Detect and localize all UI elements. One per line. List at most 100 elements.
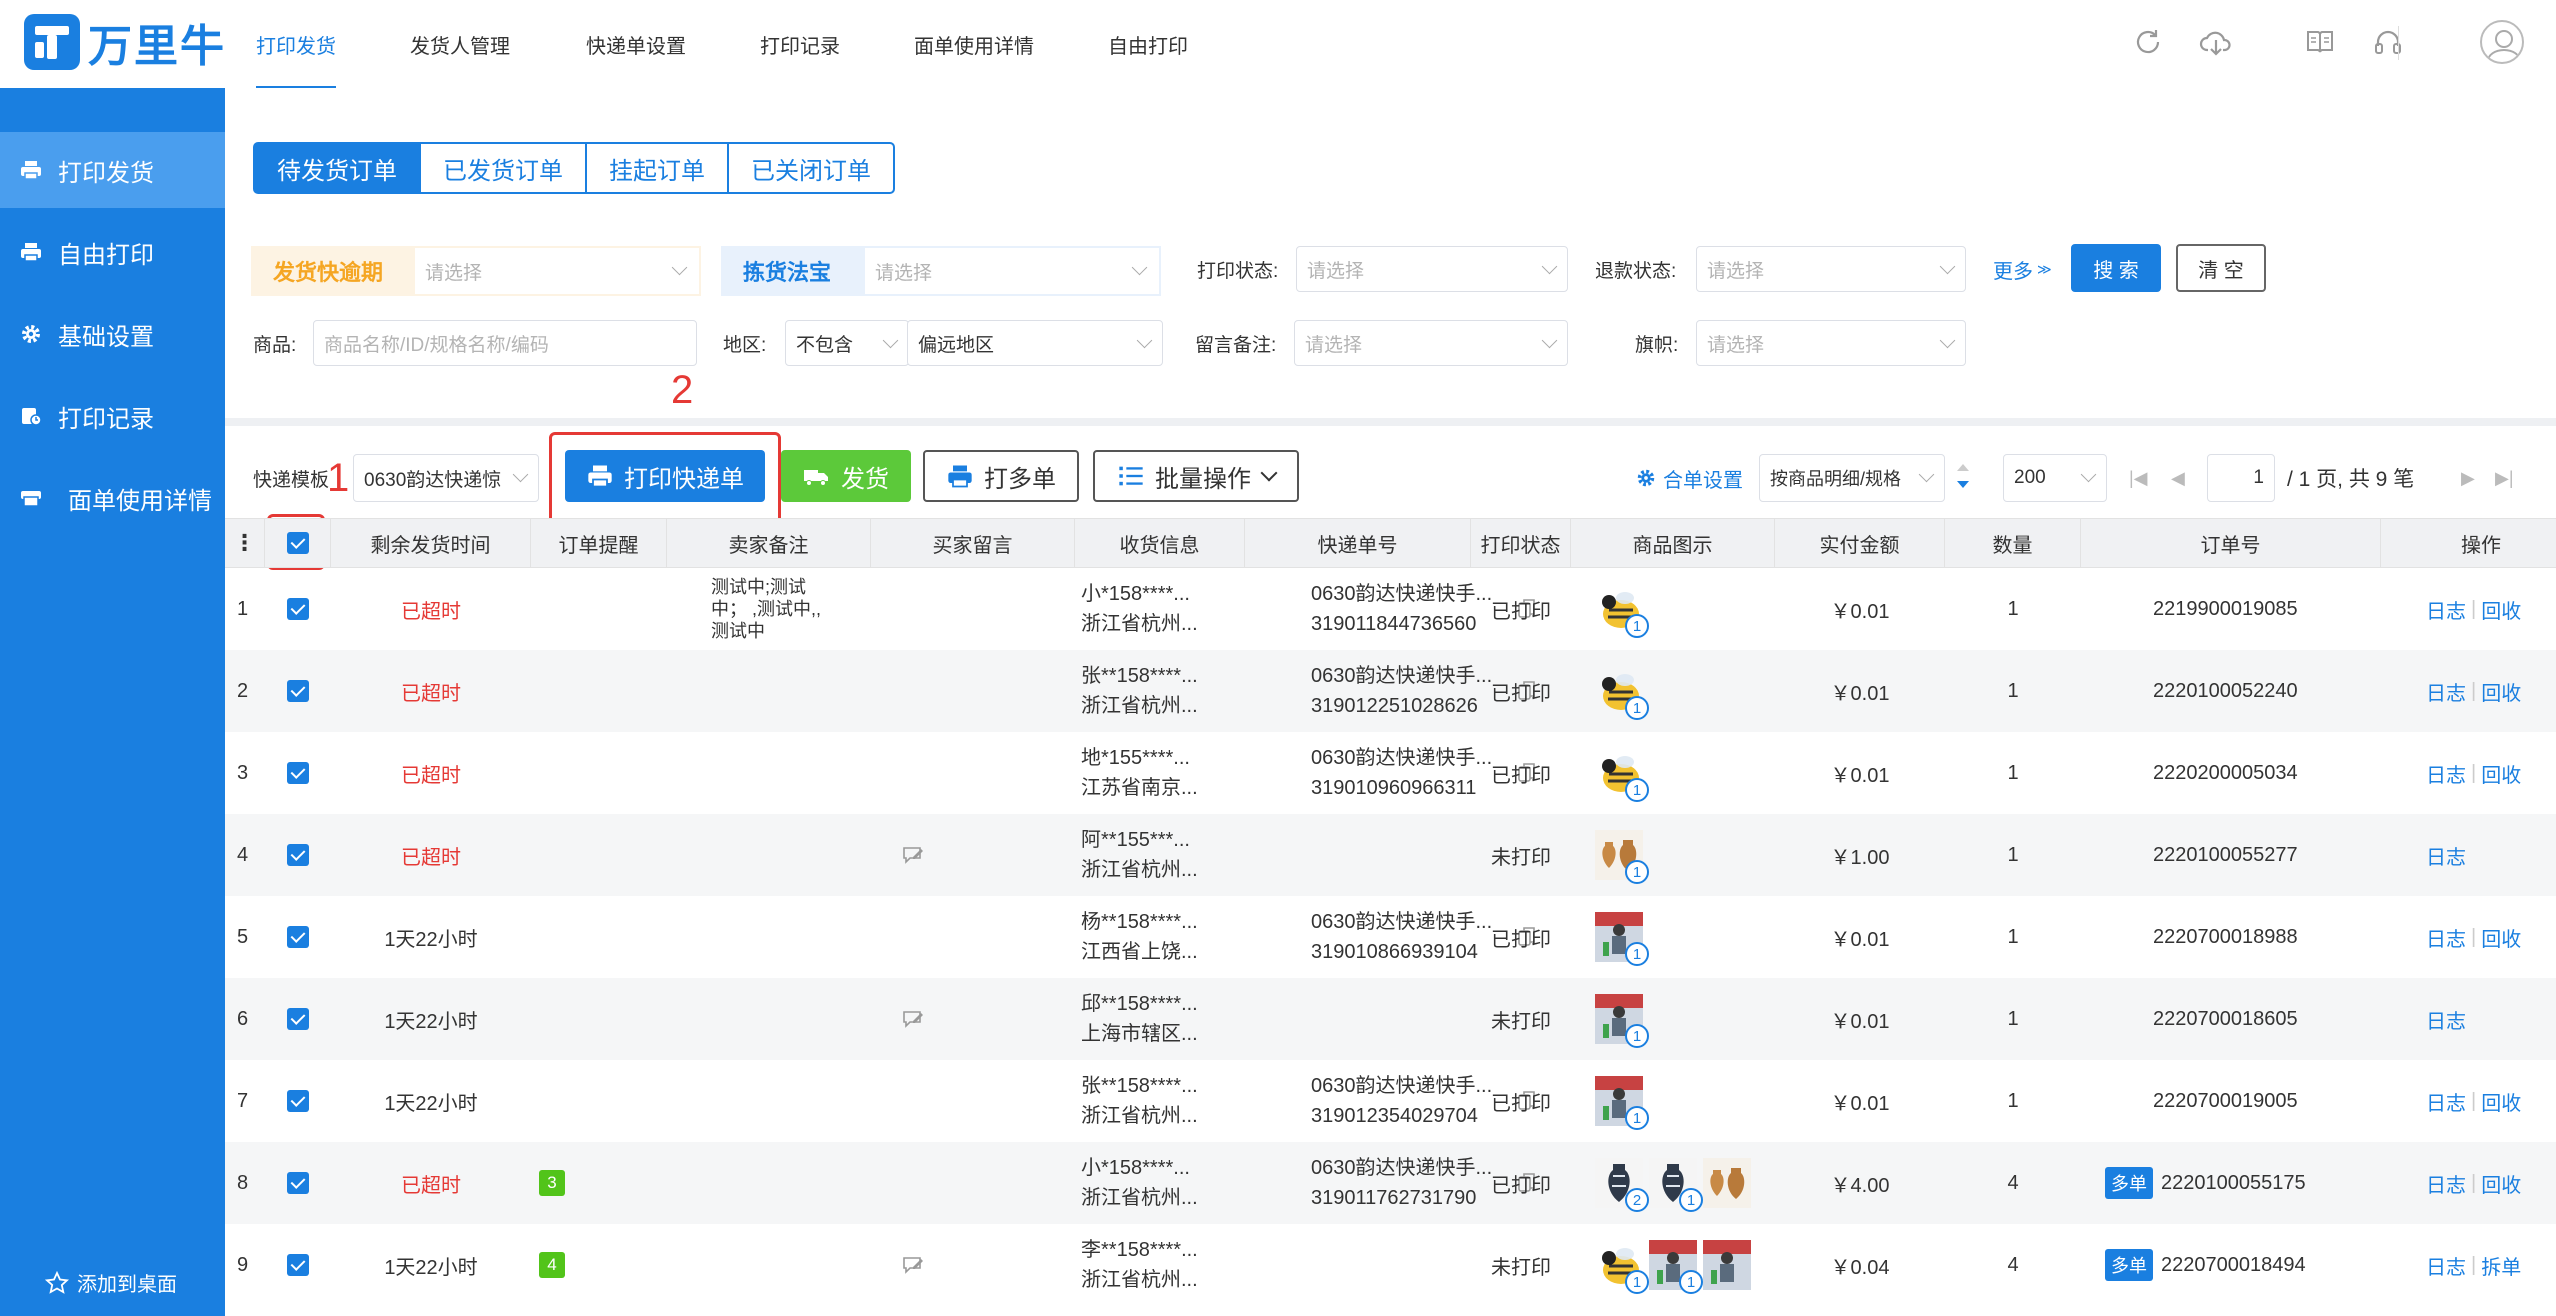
region-value-select[interactable]: 偏远地区 — [907, 320, 1163, 366]
clear-button[interactable]: 清 空 — [2176, 244, 2266, 292]
memo-edit-icon[interactable] — [901, 1224, 931, 1306]
memo-edit-icon[interactable] — [901, 978, 931, 1060]
product-image[interactable]: 1 — [1595, 1076, 1649, 1130]
sort-select[interactable]: 按商品明细/规格 — [1759, 454, 1945, 502]
page-number-input[interactable]: 1 — [2207, 454, 2275, 502]
sidebar-item-print-records[interactable]: 打印记录 — [0, 378, 225, 454]
row-checkbox[interactable] — [265, 896, 331, 978]
headset-icon[interactable] — [2370, 24, 2406, 60]
topnav-sender-manage[interactable]: 发货人管理 — [410, 0, 510, 88]
product-image[interactable]: 1 — [1595, 584, 1649, 638]
print-multi-button[interactable]: 打多单 — [923, 450, 1079, 502]
table-row[interactable]: 9 1天22小时 4 李**158****... 浙江省杭州... 未打印 1 1 ￥0.04 4… — [225, 1224, 2556, 1306]
order-no[interactable]: 2220700018605 — [2153, 1008, 2298, 1031]
cloud-download-icon[interactable] — [2198, 24, 2234, 60]
product-search-input[interactable]: 商品名称/ID/规格名称/编码 — [313, 320, 697, 366]
topnav-free-print[interactable]: 自由打印 — [1108, 0, 1188, 88]
log-link[interactable]: 日志 — [2426, 1169, 2466, 1198]
last-page-icon[interactable]: ▶| — [2495, 468, 2514, 489]
order-no[interactable]: 2220700018988 — [2153, 926, 2298, 949]
log-link[interactable]: 日志 — [2426, 1251, 2466, 1280]
refresh-icon[interactable] — [2130, 24, 2166, 60]
row-checkbox[interactable] — [265, 1142, 331, 1224]
tab-pending-orders[interactable]: 待发货订单 — [253, 142, 421, 194]
order-no[interactable]: 2220700018494 — [2161, 1254, 2306, 1277]
table-row[interactable]: 5 1天22小时 杨**158****... 江西省上饶... 0630韵达快递快手..… — [225, 896, 2556, 978]
recycle-link[interactable]: 回收 — [2481, 677, 2521, 706]
row-checkbox[interactable] — [265, 1060, 331, 1142]
product-image[interactable]: 1 — [1595, 912, 1649, 966]
row-checkbox[interactable] — [265, 568, 331, 650]
page-size-select[interactable]: 200 — [2003, 454, 2107, 502]
topnav-waybill-usage[interactable]: 面单使用详情 — [914, 0, 1034, 88]
brand-logo[interactable]: 万里牛 — [24, 14, 226, 71]
overdue-select[interactable]: 请选择 — [415, 248, 699, 294]
topnav-print-ship[interactable]: 打印发货 — [256, 0, 336, 89]
refund-status-select[interactable]: 请选择 — [1696, 246, 1966, 292]
product-image[interactable]: 1 — [1649, 1158, 1703, 1212]
print-status-select[interactable]: 请选择 — [1296, 246, 1568, 292]
product-image[interactable]: 1 — [1595, 830, 1649, 884]
topnav-waybill-settings[interactable]: 快递单设置 — [586, 0, 686, 88]
tab-suspended-orders[interactable]: 挂起订单 — [585, 142, 729, 194]
sidebar-item-free-print[interactable]: 自由打印 — [0, 214, 225, 290]
recycle-link[interactable]: 回收 — [2481, 595, 2521, 624]
memo-edit-icon[interactable] — [901, 814, 931, 896]
row-checkbox[interactable] — [265, 978, 331, 1060]
product-image[interactable]: 2 — [1595, 1158, 1649, 1212]
merge-settings-link[interactable]: 合单设置 — [1635, 452, 1743, 504]
prev-page-icon[interactable]: ◀ — [2171, 468, 2185, 489]
table-row[interactable]: 7 1天22小时 张**158****... 浙江省杭州... 0630韵达快递快手..… — [225, 1060, 2556, 1142]
recycle-link[interactable]: 回收 — [2481, 1087, 2521, 1116]
product-image[interactable]: 1 — [1595, 748, 1649, 802]
sort-order-toggle[interactable] — [1955, 462, 1971, 496]
recycle-link[interactable]: 回收 — [2481, 759, 2521, 788]
recycle-link[interactable]: 回收 — [2481, 923, 2521, 952]
select-all-checkbox[interactable] — [265, 519, 331, 567]
sidebar-item-waybill-usage[interactable]: 面单使用详情 — [0, 460, 225, 536]
product-image[interactable]: 1 — [1649, 1240, 1703, 1294]
log-link[interactable]: 日志 — [2426, 677, 2466, 706]
order-no[interactable]: 2220200005034 — [2153, 762, 2298, 785]
row-checkbox[interactable] — [265, 814, 331, 896]
product-image[interactable]: 1 — [1595, 666, 1649, 720]
batch-operations-button[interactable]: 批量操作 — [1093, 450, 1299, 502]
recycle-link[interactable]: 回收 — [2481, 1169, 2521, 1198]
tab-closed-orders[interactable]: 已关闭订单 — [727, 142, 895, 194]
product-image[interactable] — [1703, 1240, 1751, 1290]
user-avatar-icon[interactable] — [2480, 20, 2524, 64]
product-image[interactable] — [1703, 1158, 1751, 1208]
next-page-icon[interactable]: ▶ — [2461, 468, 2475, 489]
picking-filter[interactable]: 拣货法宝 请选择 — [721, 246, 1161, 296]
log-link[interactable]: 日志 — [2426, 923, 2466, 952]
log-link[interactable]: 日志 — [2426, 841, 2466, 870]
table-row[interactable]: 8 已超时 3 小*158****... 浙江省杭州... 0630韵达快递快手... 31… — [225, 1142, 2556, 1224]
split-order-link[interactable]: 拆单 — [2481, 1251, 2521, 1280]
product-image[interactable]: 1 — [1595, 994, 1649, 1048]
search-button[interactable]: 搜 索 — [2071, 244, 2161, 292]
log-link[interactable]: 日志 — [2426, 759, 2466, 788]
table-row[interactable]: 1 已超时 测试中;测试 中； ,测试中,, 测试中 小*158****... 浙江省杭州.… — [225, 568, 2556, 650]
table-row[interactable]: 2 已超时 张**158****... 浙江省杭州... 0630韵达快递快手... 31… — [225, 650, 2556, 732]
first-page-icon[interactable]: |◀ — [2129, 468, 2148, 489]
book-icon[interactable] — [2302, 24, 2338, 60]
table-row[interactable]: 3 已超时 地*155****... 江苏省南京... 0630韵达快递快手... 319… — [225, 732, 2556, 814]
column-menu-icon[interactable]: ⋮ — [225, 519, 265, 567]
overdue-filter[interactable]: 发货快逾期 请选择 — [251, 246, 701, 296]
remark-select[interactable]: 请选择 — [1294, 320, 1568, 366]
flag-select[interactable]: 请选择 — [1696, 320, 1966, 366]
order-no[interactable]: 2220100052240 — [2153, 680, 2298, 703]
product-image[interactable]: 1 — [1595, 1240, 1649, 1294]
sidebar-item-print-ship[interactable]: 打印发货 — [0, 132, 225, 208]
log-link[interactable]: 日志 — [2426, 1005, 2466, 1034]
order-no[interactable]: 2219900019085 — [2153, 598, 2298, 621]
order-no[interactable]: 2220100055277 — [2153, 844, 2298, 867]
template-select[interactable]: 0630韵达快递惊 — [353, 454, 539, 502]
tab-shipped-orders[interactable]: 已发货订单 — [419, 142, 587, 194]
log-link[interactable]: 日志 — [2426, 1087, 2466, 1116]
topnav-print-records[interactable]: 打印记录 — [760, 0, 840, 88]
order-no[interactable]: 2220700019005 — [2153, 1090, 2298, 1113]
region-mode-select[interactable]: 不包含 — [785, 320, 909, 366]
log-link[interactable]: 日志 — [2426, 595, 2466, 624]
table-row[interactable]: 6 1天22小时 邱**158****... 上海市辖区... 未打印 1 ￥0.01 1 22… — [225, 978, 2556, 1060]
